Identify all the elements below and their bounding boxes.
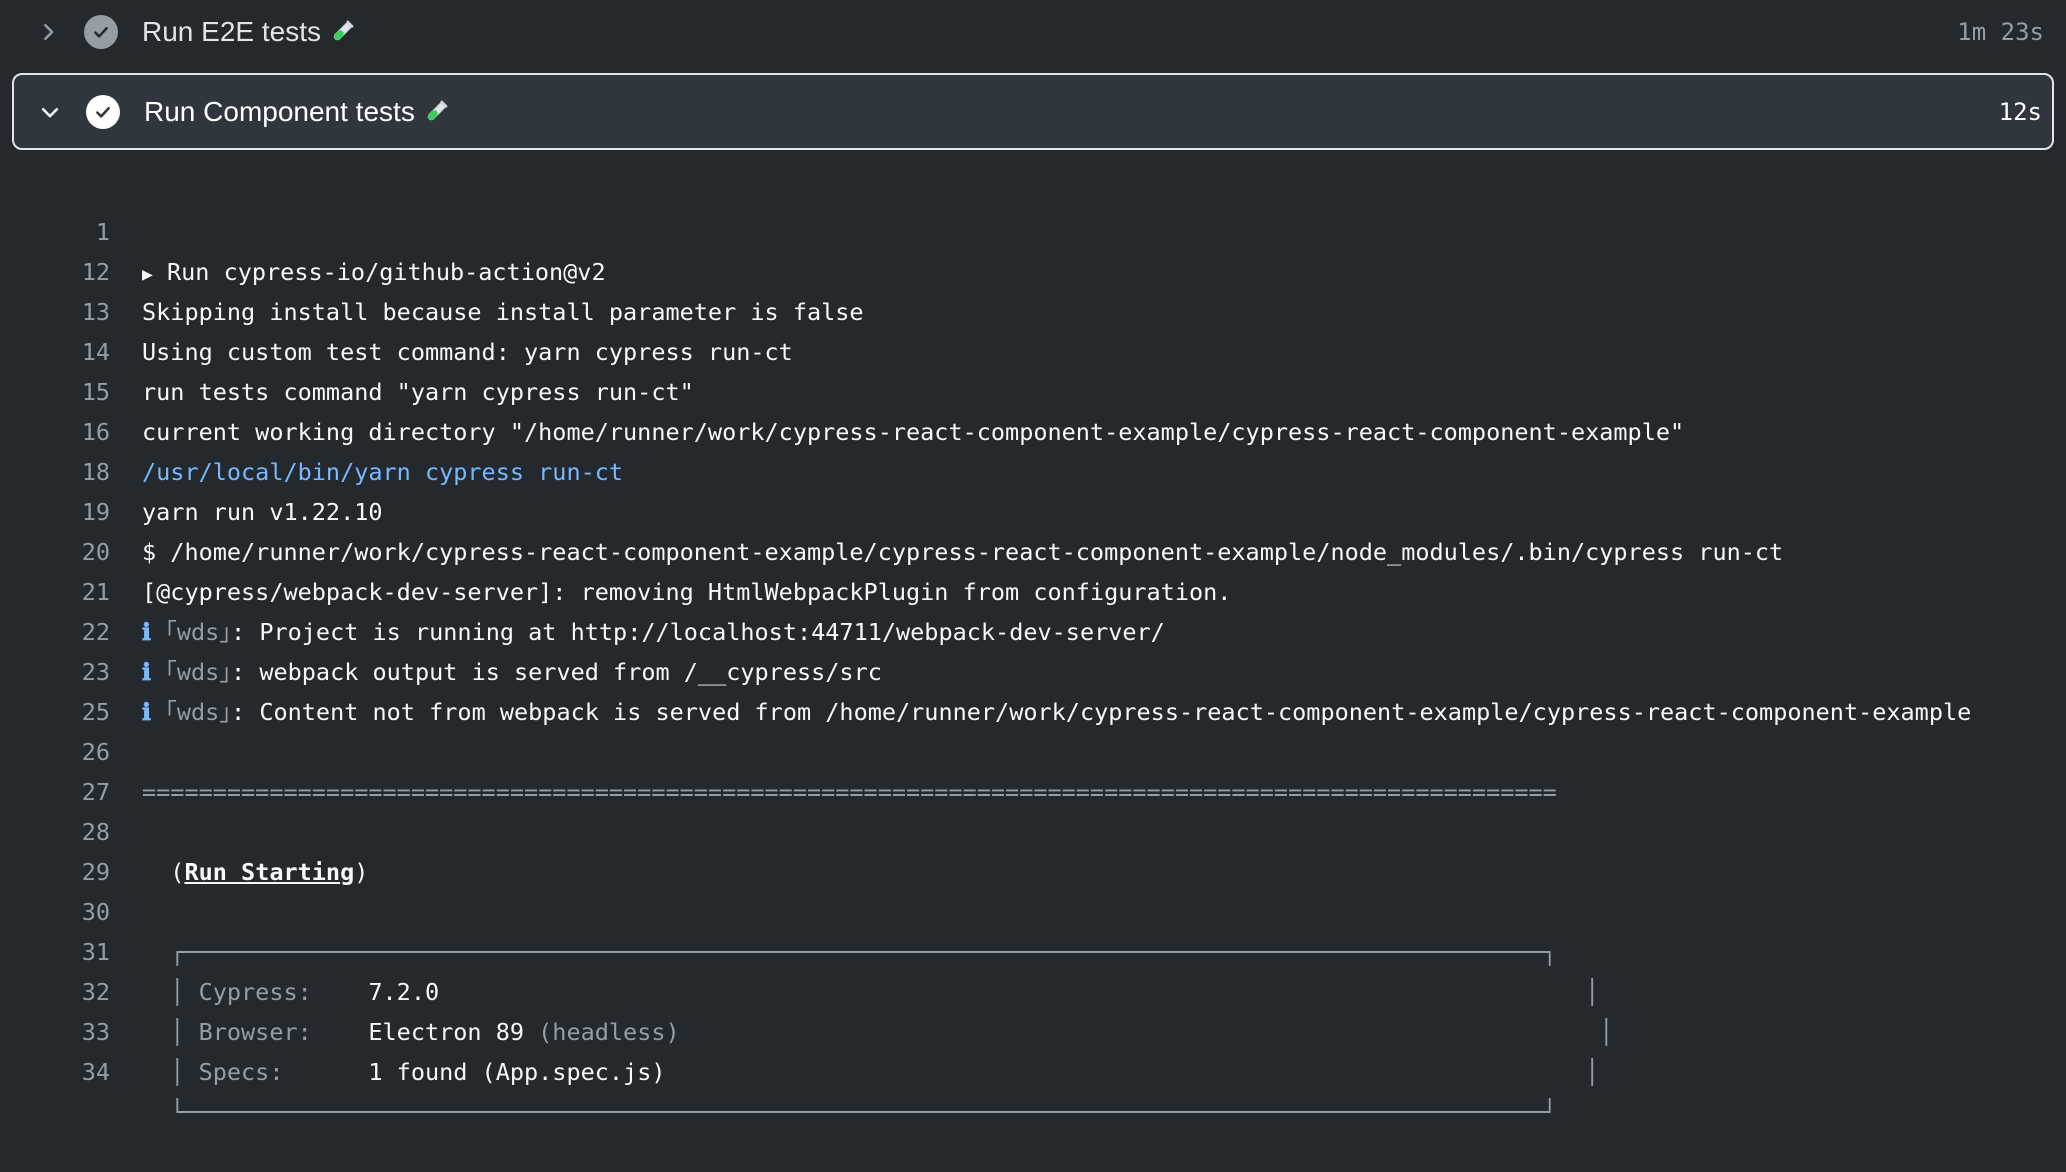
log-line: 19 $ /home/runner/work/cypress-react-com… [0,452,2066,566]
info-value: 1 found (App.spec.js) [368,1058,666,1086]
log-line: 32 │ Browser: Electron 89 (headless) │ [0,932,2066,1046]
log-line: 27 [0,732,2066,806]
test-tube-icon [329,19,355,45]
log-line: 30 ┌────────────────────────────────────… [0,852,2066,966]
log-line: 28 (Run Starting) [0,772,2066,886]
log-line: 31 │ Cypress: 7.2.0 │ [0,892,2066,1006]
log-line: 15 current working directory "/home/runn… [0,332,2066,446]
step-run-component-tests[interactable]: Run Component tests 12s [12,73,2054,150]
log-line: 12 Skipping install because install para… [0,212,2066,326]
log-line: 25 [0,652,2066,726]
box-bottom-border: └───────────────────────────────────────… [142,1098,1557,1126]
step-title: Run E2E tests [142,16,355,48]
log-output: 1 ▶ Run cypress-io/github-action@v2 12 S… [0,172,2066,1126]
line-number[interactable]: 34 [0,1052,110,1092]
log-line: 21 ℹ ｢wds｣: Project is running at http:/… [0,532,2066,646]
log-line: 1 ▶ Run cypress-io/github-action@v2 [0,172,2066,286]
chevron-down-icon[interactable] [36,98,64,126]
log-line: 29 [0,812,2066,886]
log-line: 18 yarn run v1.22.10 [0,412,2066,526]
log-line: 20 [@cypress/webpack-dev-server]: removi… [0,492,2066,606]
info-key: Specs: [198,1058,369,1086]
step-run-e2e-tests[interactable]: Run E2E tests 1m 23s [12,0,2054,64]
log-line: 34 └────────────────────────────────────… [0,1012,2066,1126]
log-line: 16 /usr/local/bin/yarn cypress run-ct [0,372,2066,486]
log-line: 23 ℹ ｢wds｣: Content not from webpack is … [0,612,2066,726]
log-line: 22 ℹ ｢wds｣: webpack output is served fro… [0,572,2066,686]
log-line: 33 │ Specs: 1 found (App.spec.js) │ [0,972,2066,1086]
log-text: │ Specs: 1 found (App.spec.js) │ [142,1058,1600,1086]
log-line: 26 =====================================… [0,692,2066,806]
step-duration: 12s [1998,97,2042,126]
chevron-right-icon[interactable] [34,18,62,46]
step-duration: 1m 23s [1957,18,2044,46]
step-title-text: Run E2E tests [142,16,321,47]
step-title-text: Run Component tests [144,95,415,127]
check-circle-icon [86,94,120,129]
step-title: Run Component tests [144,96,449,128]
log-line: 13 Using custom test command: yarn cypre… [0,252,2066,366]
log-line: 14 run tests command "yarn cypress run-c… [0,292,2066,406]
check-circle-icon [84,15,118,49]
test-tube-icon [423,99,449,125]
